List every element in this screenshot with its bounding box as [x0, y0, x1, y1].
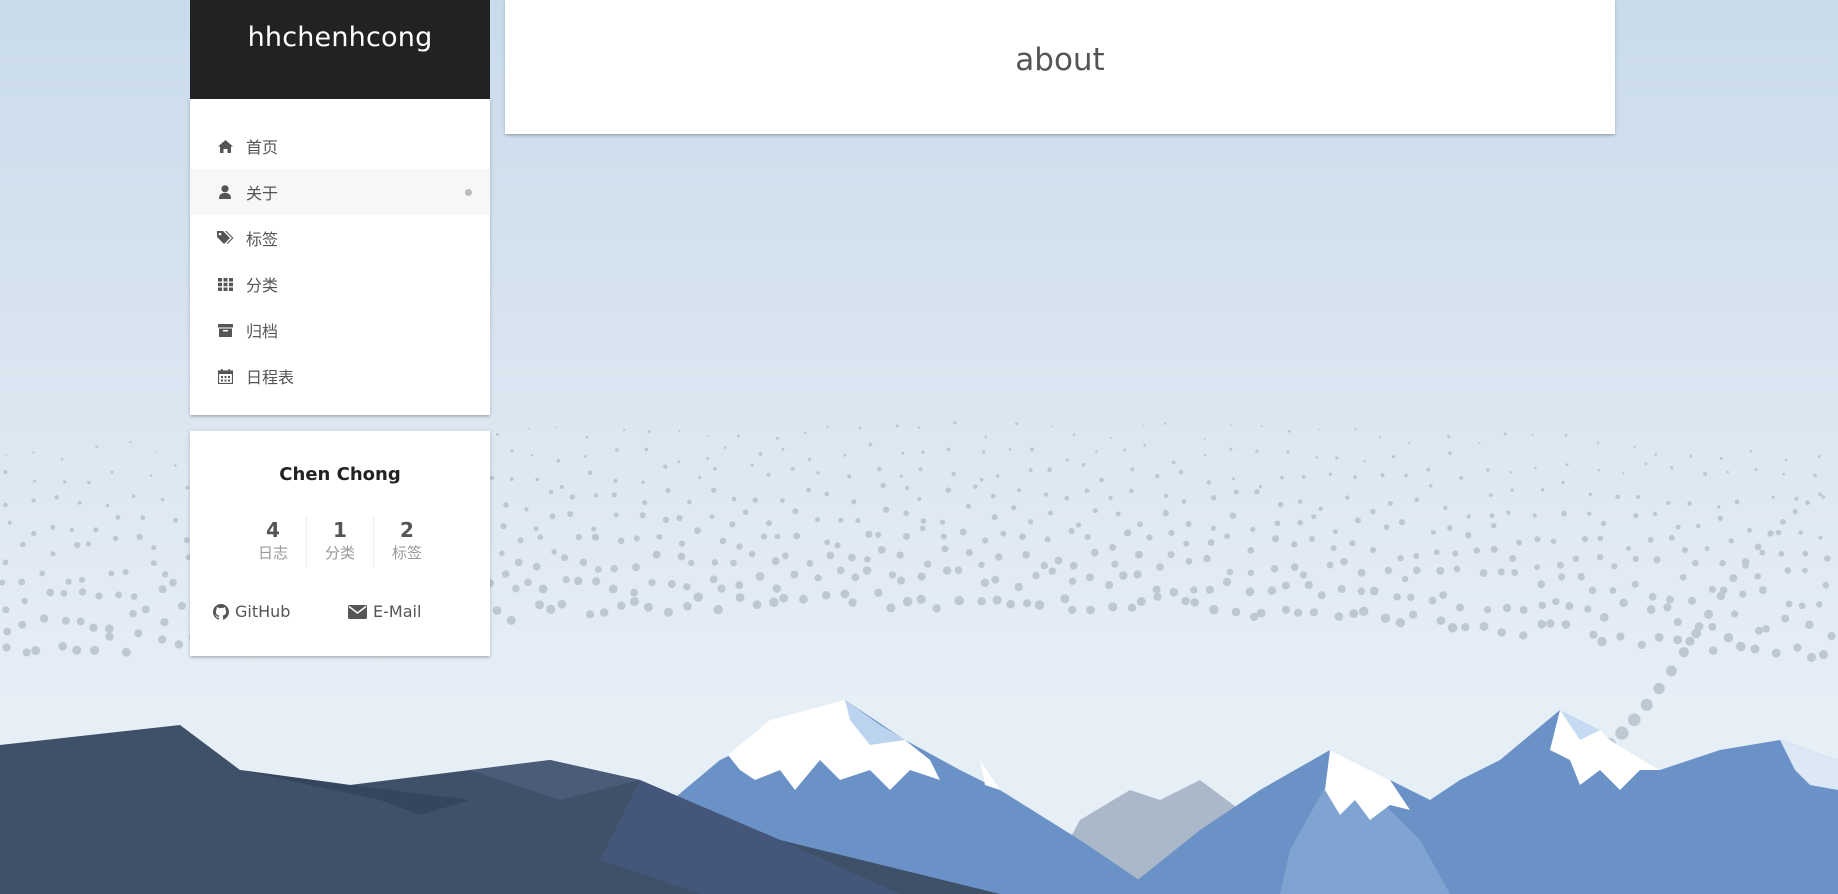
menu-item-schedule[interactable]: 日程表 [190, 353, 490, 399]
stat-posts[interactable]: 4 日志 [240, 516, 306, 568]
link-label: GitHub [235, 602, 291, 621]
archive-icon [216, 321, 234, 339]
menu-item-label: 日程表 [246, 368, 295, 387]
menu-item-label: 归档 [246, 322, 279, 341]
mountain-range [0, 700, 1838, 894]
home-icon [216, 137, 234, 155]
menu-item-categories[interactable]: 分类 [190, 261, 490, 307]
menu-item-about[interactable]: 关于 [190, 169, 490, 215]
site-stats: 4 日志 1 分类 2 标签 [240, 516, 440, 568]
tags-icon [216, 229, 234, 247]
github-icon [213, 603, 229, 620]
menu-item-label: 首页 [246, 138, 279, 157]
stat-label: 标签 [391, 544, 422, 562]
site-brand[interactable]: hhchenhcong [190, 0, 490, 99]
social-links: GitHub E-Mail [190, 602, 490, 626]
menu-item-archives[interactable]: 归档 [190, 307, 490, 353]
stat-label: 日志 [257, 544, 288, 562]
stat-tags[interactable]: 2 标签 [373, 516, 440, 568]
stat-count: 1 [333, 518, 347, 542]
sidebar-menu: 首页 关于 标签 分类 归档 日程表 [190, 99, 490, 415]
calendar-icon [216, 367, 234, 385]
menu-item-label: 分类 [246, 276, 279, 295]
stat-label: 分类 [324, 544, 355, 562]
active-indicator-dot [465, 188, 472, 196]
page-title: about [1015, 42, 1105, 78]
envelope-icon [348, 604, 367, 619]
email-link[interactable]: E-Mail [348, 602, 421, 621]
th-icon [216, 275, 234, 293]
stat-categories[interactable]: 1 分类 [306, 516, 373, 568]
stat-count: 2 [400, 518, 414, 542]
menu-item-label: 标签 [246, 230, 279, 249]
post-header-card: about [505, 0, 1615, 134]
author-profile-card: Chen Chong 4 日志 1 分类 2 标签 GitHub E-Mail [190, 431, 490, 656]
menu-item-label: 关于 [246, 184, 279, 203]
menu-item-home[interactable]: 首页 [190, 123, 490, 169]
menu-item-tags[interactable]: 标签 [190, 215, 490, 261]
link-label: E-Mail [373, 602, 422, 621]
stat-count: 4 [266, 518, 280, 542]
user-icon [216, 183, 234, 201]
site-title[interactable]: hhchenhcong [248, 22, 433, 53]
github-link[interactable]: GitHub [213, 602, 290, 621]
author-name: Chen Chong [279, 464, 401, 485]
